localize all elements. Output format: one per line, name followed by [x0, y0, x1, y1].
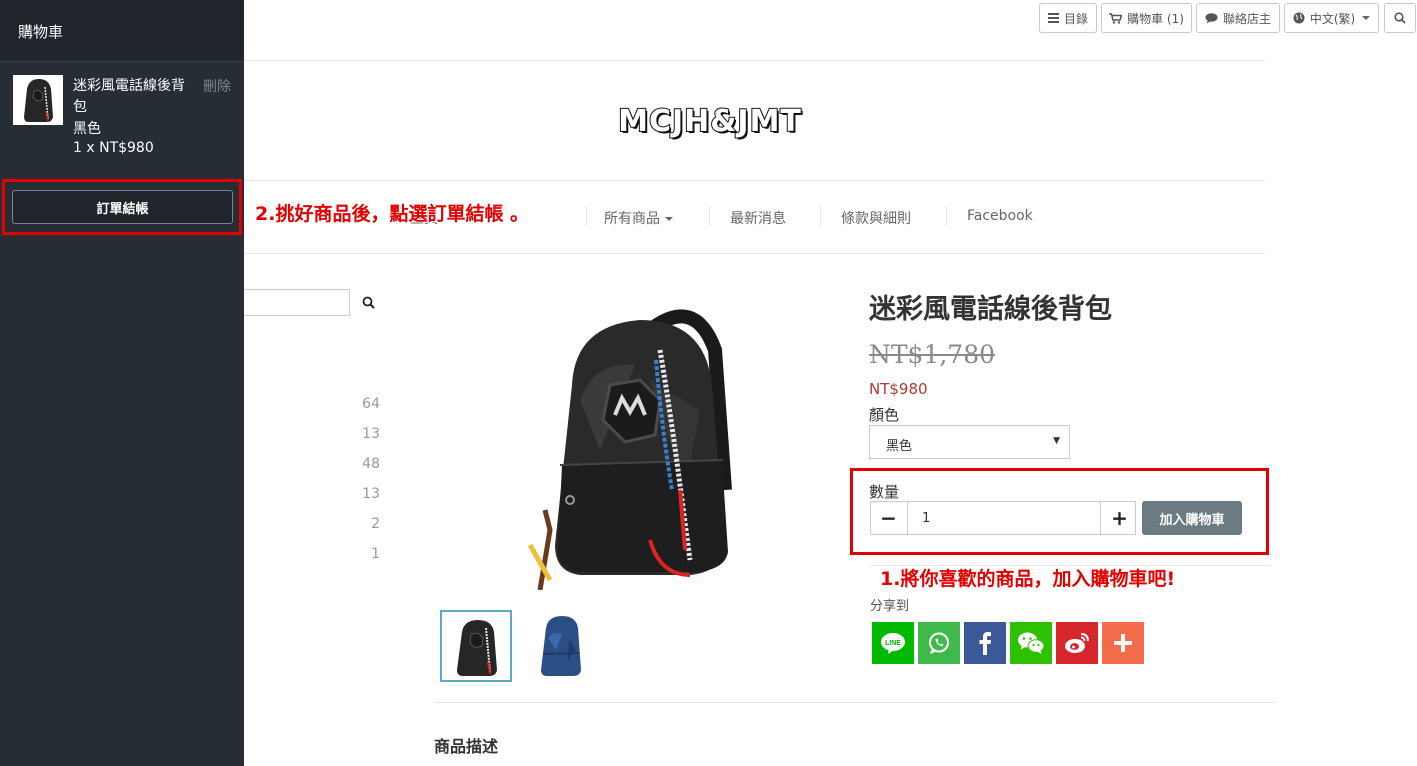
- menu-label: 目錄: [1063, 11, 1088, 26]
- cart-drawer-title: 購物車: [18, 23, 64, 41]
- color-label: 顏色: [869, 406, 900, 424]
- share-weibo-button[interactable]: [1056, 622, 1098, 664]
- description-title: 商品描述: [434, 737, 499, 756]
- category-count: 1: [371, 546, 380, 562]
- product-thumbnail-black[interactable]: [440, 610, 512, 682]
- wechat-icon: [1018, 632, 1045, 654]
- category-count: 48: [362, 456, 380, 472]
- nav-all-products[interactable]: 所有商品: [604, 208, 673, 228]
- divider: [434, 702, 1276, 703]
- weibo-icon: [1065, 633, 1089, 653]
- share-wechat-button[interactable]: [1010, 622, 1052, 664]
- whatsapp-icon: [929, 632, 949, 654]
- backpack-thumbnail-image: [442, 612, 510, 680]
- annotation-box-add-to-cart: [850, 468, 1269, 555]
- category-count: 13: [362, 426, 380, 442]
- product-title: 迷彩風電話線後背包: [869, 294, 1112, 325]
- cart-icon: [1109, 12, 1123, 24]
- share-label: 分享到: [870, 599, 910, 614]
- product-thumbnail-blue[interactable]: [524, 610, 596, 682]
- backpack-thumbnail-image: [13, 75, 63, 125]
- backpack-thumbnail-image: [524, 610, 596, 682]
- nav-separator: [586, 206, 587, 226]
- annotation-step1: 1.將你喜歡的商品，加入購物車吧!: [879, 567, 1176, 590]
- nav-facebook[interactable]: Facebook: [967, 208, 1033, 224]
- list-icon: [1047, 13, 1059, 23]
- nav-separator: [709, 206, 710, 226]
- nav-terms[interactable]: 條款與細則: [841, 208, 911, 228]
- facebook-icon: [979, 632, 991, 655]
- contact-label: 聯絡店主: [1222, 11, 1271, 26]
- nav-news[interactable]: 最新消息: [730, 208, 786, 228]
- annotation-box-checkout: [2, 179, 242, 235]
- category-count: 64: [362, 396, 380, 412]
- header-divider-top: [244, 60, 1265, 61]
- color-select-value: 黑色: [886, 439, 913, 454]
- cart-item-remove-link[interactable]: 刪除: [203, 76, 231, 96]
- search-icon[interactable]: [362, 296, 375, 309]
- cart-button[interactable]: 購物車 (1): [1101, 3, 1192, 33]
- product-main-image[interactable]: [500, 290, 765, 590]
- sale-price: NT$980: [869, 380, 928, 398]
- cart-item-thumbnail[interactable]: [13, 75, 63, 125]
- product-search-input[interactable]: [244, 289, 350, 316]
- search-icon: [1394, 12, 1406, 24]
- plus-icon: [1114, 634, 1132, 652]
- chat-bubble-icon: [1205, 12, 1218, 23]
- brand-logo[interactable]: MCJH&JMT: [540, 103, 880, 140]
- annotation-step2: 2.挑好商品後，點選訂單結帳 。: [254, 202, 530, 225]
- share-more-button[interactable]: [1102, 622, 1144, 664]
- chevron-down-icon: [665, 217, 673, 221]
- share-facebook-button[interactable]: [964, 622, 1006, 664]
- nav-separator: [946, 206, 947, 226]
- category-count: 13: [362, 486, 380, 502]
- menu-button[interactable]: 目錄: [1039, 3, 1097, 33]
- color-select[interactable]: 黑色 ▼: [869, 425, 1070, 459]
- contact-button[interactable]: 聯絡店主: [1196, 3, 1280, 33]
- cart-item-quantity-price: 1 x NT$980: [73, 140, 154, 156]
- share-whatsapp-button[interactable]: [918, 622, 960, 664]
- original-price: NT$1,780: [869, 340, 996, 369]
- language-selector[interactable]: 中文(繁): [1284, 3, 1379, 33]
- line-icon-text: LINE: [885, 640, 901, 647]
- search-button[interactable]: [1384, 3, 1416, 33]
- globe-icon: [1293, 12, 1305, 24]
- nav-divider-top: [244, 180, 1265, 181]
- line-icon: LINE: [881, 633, 905, 654]
- chevron-down-icon: [1362, 16, 1371, 20]
- category-count: 2: [371, 516, 380, 532]
- dropdown-arrow-icon: ▼: [1053, 436, 1060, 446]
- cart-label: 購物車 (1): [1127, 11, 1184, 26]
- cart-item-name[interactable]: 迷彩風電話線後背包: [73, 76, 198, 118]
- drawer-divider: [0, 61, 244, 62]
- nav-divider-bottom: [244, 253, 1265, 254]
- page: 目錄 購物車 (1) 聯絡店主 中文(繁) MCJH&JMT 主頁 所有商品 最…: [0, 0, 1417, 766]
- share-line-button[interactable]: LINE: [872, 622, 914, 664]
- language-label: 中文(繁): [1309, 11, 1356, 26]
- nav-all-products-label: 所有商品: [604, 211, 660, 227]
- nav-separator: [820, 206, 821, 226]
- cart-item-variant: 黑色: [73, 121, 101, 137]
- cart-drawer: 購物車 迷彩風電話線後背包 刪除 黑色 1 x NT$980 訂單結帳: [0, 0, 244, 766]
